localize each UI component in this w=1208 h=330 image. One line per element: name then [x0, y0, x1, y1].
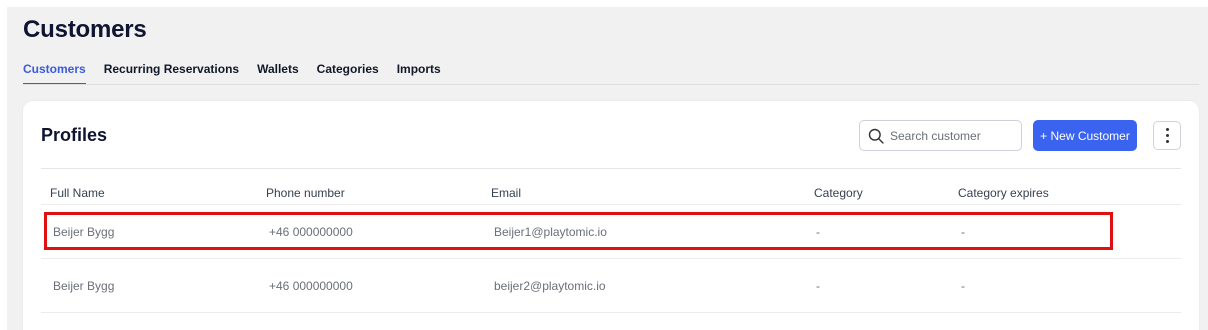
search-box[interactable] — [859, 120, 1022, 151]
cell-phone: +46 000000000 — [269, 278, 353, 293]
profiles-card: Profiles + New Customer Full Name Phone … — [23, 101, 1199, 330]
column-header-category-expires[interactable]: Category expires — [958, 186, 1049, 200]
new-customer-button[interactable]: + New Customer — [1033, 120, 1137, 151]
column-header-full-name[interactable]: Full Name — [50, 186, 105, 200]
cell-phone: +46 000000000 — [269, 224, 353, 239]
cell-full-name: Beijer Bygg — [53, 278, 115, 293]
tab-imports[interactable]: Imports — [397, 62, 441, 84]
tabs-divider — [23, 84, 1199, 85]
cell-category-expires: - — [961, 278, 965, 293]
cell-category: - — [816, 278, 820, 293]
cell-email: beijer2@playtomic.io — [494, 278, 606, 293]
customers-table: Full Name Phone number Email Category Ca… — [41, 169, 1181, 313]
column-header-category[interactable]: Category — [814, 186, 863, 200]
more-options-button[interactable] — [1153, 121, 1181, 150]
table-header-row: Full Name Phone number Email Category Ca… — [41, 169, 1181, 205]
cell-full-name: Beijer Bygg — [53, 224, 115, 239]
search-input[interactable] — [890, 128, 1010, 143]
tab-wallets[interactable]: Wallets — [257, 62, 299, 84]
profiles-title: Profiles — [41, 125, 108, 145]
column-header-email[interactable]: Email — [491, 186, 521, 200]
page-title: Customers — [23, 16, 147, 43]
tab-recurring-reservations[interactable]: Recurring Reservations — [104, 62, 239, 84]
kebab-vertical-icon — [1165, 127, 1169, 145]
cell-category: - — [816, 224, 820, 239]
cell-email: Beijer1@playtomic.io — [494, 224, 607, 239]
table-row[interactable]: Beijer Bygg +46 000000000 Beijer1@playto… — [41, 205, 1181, 259]
tab-bar: Customers Recurring Reservations Wallets… — [23, 62, 459, 85]
column-header-phone[interactable]: Phone number — [266, 186, 345, 200]
tab-customers[interactable]: Customers — [23, 62, 86, 85]
search-icon — [868, 128, 884, 144]
tab-categories[interactable]: Categories — [317, 62, 379, 84]
cell-category-expires: - — [961, 224, 965, 239]
table-row[interactable]: Beijer Bygg +46 000000000 beijer2@playto… — [41, 259, 1181, 313]
